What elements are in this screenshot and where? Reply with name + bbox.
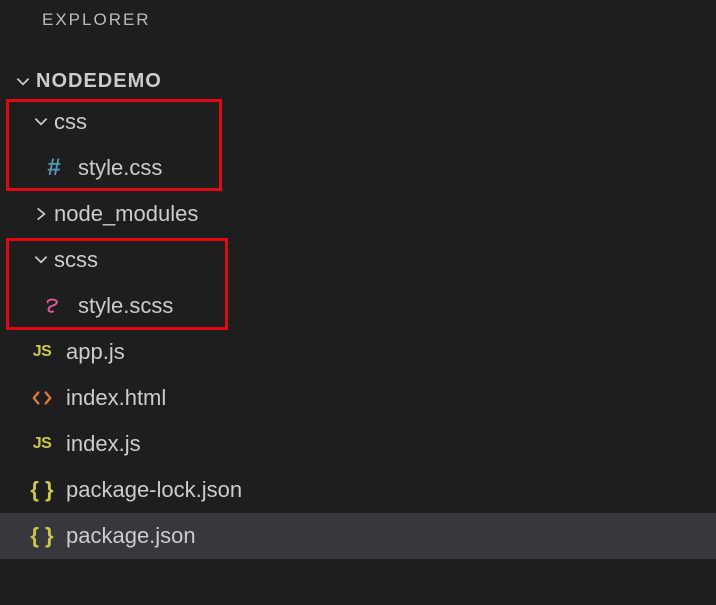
explorer-title: EXPLORER	[42, 10, 151, 29]
file-tree: css # style.css node_modules scss style.…	[0, 99, 716, 559]
file-index-js[interactable]: JS index.js	[0, 421, 716, 467]
chevron-right-icon	[28, 205, 54, 223]
file-label: index.html	[66, 385, 166, 411]
folder-css[interactable]: css	[0, 99, 716, 145]
file-style-css[interactable]: # style.css	[0, 145, 716, 191]
folder-label: node_modules	[54, 201, 198, 227]
folder-scss[interactable]: scss	[0, 237, 716, 283]
file-package-lock-json[interactable]: { } package-lock.json	[0, 467, 716, 513]
file-label: package.json	[66, 523, 196, 549]
root-label: NODEDEMO	[36, 70, 162, 93]
chevron-down-icon	[28, 251, 54, 269]
file-label: index.js	[66, 431, 141, 457]
file-style-scss[interactable]: style.scss	[0, 283, 716, 329]
file-index-html[interactable]: index.html	[0, 375, 716, 421]
folder-label: css	[54, 109, 87, 135]
scss-file-icon	[40, 292, 68, 320]
file-label: style.scss	[78, 293, 173, 319]
spacer	[0, 40, 716, 64]
file-label: package-lock.json	[66, 477, 242, 503]
project-root[interactable]: NODEDEMO	[0, 64, 716, 99]
json-file-icon: { }	[28, 476, 56, 504]
chevron-down-icon	[28, 113, 54, 131]
css-file-icon: #	[40, 154, 68, 182]
js-file-icon: JS	[28, 338, 56, 366]
html-file-icon	[28, 384, 56, 412]
folder-label: scss	[54, 247, 98, 273]
file-app-js[interactable]: JS app.js	[0, 329, 716, 375]
chevron-down-icon	[10, 73, 36, 91]
folder-node-modules[interactable]: node_modules	[0, 191, 716, 237]
file-label: style.css	[78, 155, 162, 181]
file-label: app.js	[66, 339, 125, 365]
explorer-header: EXPLORER	[0, 0, 716, 40]
json-file-icon: { }	[28, 522, 56, 550]
js-file-icon: JS	[28, 430, 56, 458]
file-package-json[interactable]: { } package.json	[0, 513, 716, 559]
